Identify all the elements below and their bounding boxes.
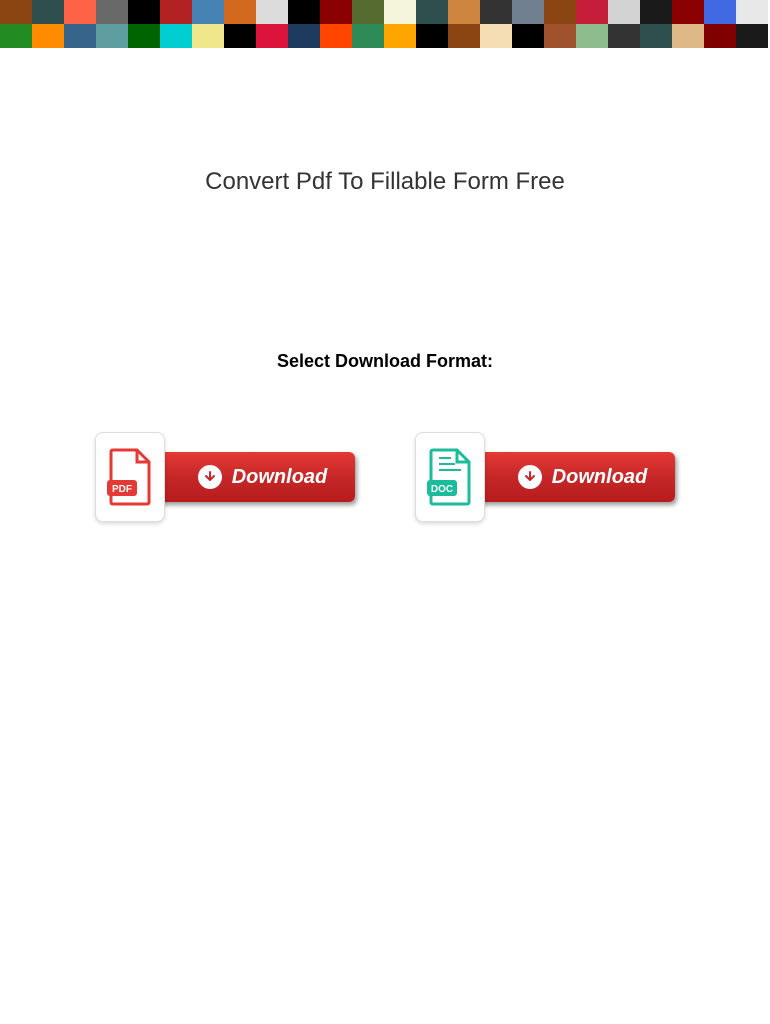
- banner-thumb: [544, 0, 576, 24]
- banner-thumb: [96, 24, 128, 48]
- banner-thumb: [192, 24, 224, 48]
- banner-thumb: [288, 0, 320, 24]
- banner-thumb: [64, 24, 96, 48]
- page-title: Convert Pdf To Fillable Form Free: [0, 168, 770, 196]
- banner-thumb: [0, 24, 32, 48]
- banner-thumb: [576, 24, 608, 48]
- banner-thumb: [736, 0, 768, 24]
- download-doc-button[interactable]: Download: [475, 452, 675, 502]
- banner-thumb: [320, 0, 352, 24]
- download-option-pdf: PDF Download: [95, 432, 355, 522]
- banner-thumb: [640, 24, 672, 48]
- download-pdf-label: Download: [232, 466, 328, 489]
- banner-thumb: [160, 0, 192, 24]
- banner-thumb: [704, 24, 736, 48]
- banner-thumb: [448, 24, 480, 48]
- banner-thumb: [608, 24, 640, 48]
- doc-file-icon: DOC: [415, 432, 485, 522]
- banner-thumb: [352, 0, 384, 24]
- banner-thumb: [0, 0, 32, 24]
- banner-thumb: [576, 0, 608, 24]
- banner-thumb: [704, 0, 736, 24]
- download-arrow-icon: [198, 465, 222, 489]
- banner-thumb: [480, 0, 512, 24]
- banner-thumb: [224, 0, 256, 24]
- banner-thumb: [160, 24, 192, 48]
- banner-thumb: [32, 24, 64, 48]
- banner-thumb: [384, 0, 416, 24]
- download-options-row: PDF Download DOC Do: [0, 432, 770, 522]
- banner-thumb: [384, 24, 416, 48]
- download-option-doc: DOC Download: [415, 432, 675, 522]
- banner-thumb: [96, 0, 128, 24]
- banner-thumb: [736, 24, 768, 48]
- banner-thumb: [288, 24, 320, 48]
- banner-thumb: [192, 0, 224, 24]
- banner-thumb: [416, 0, 448, 24]
- banner-thumb: [352, 24, 384, 48]
- header-banner: [0, 0, 770, 48]
- download-doc-label: Download: [552, 466, 648, 489]
- banner-thumb: [544, 24, 576, 48]
- banner-thumb: [128, 24, 160, 48]
- banner-thumb: [512, 0, 544, 24]
- banner-thumb: [672, 0, 704, 24]
- banner-thumb: [512, 24, 544, 48]
- banner-thumb: [32, 0, 64, 24]
- banner-thumb: [448, 0, 480, 24]
- banner-thumb: [128, 0, 160, 24]
- banner-thumb: [672, 24, 704, 48]
- banner-thumb: [64, 0, 96, 24]
- pdf-file-icon: PDF: [95, 432, 165, 522]
- select-format-label: Select Download Format:: [0, 351, 770, 372]
- download-pdf-button[interactable]: Download: [155, 452, 355, 502]
- banner-thumb: [320, 24, 352, 48]
- banner-thumb: [224, 24, 256, 48]
- download-arrow-icon: [518, 465, 542, 489]
- pdf-badge-text: PDF: [112, 484, 132, 495]
- banner-thumb: [256, 24, 288, 48]
- banner-thumb: [608, 0, 640, 24]
- banner-thumb: [256, 0, 288, 24]
- banner-thumb: [480, 24, 512, 48]
- doc-badge-text: DOC: [431, 484, 453, 495]
- banner-thumb: [640, 0, 672, 24]
- banner-thumb: [416, 24, 448, 48]
